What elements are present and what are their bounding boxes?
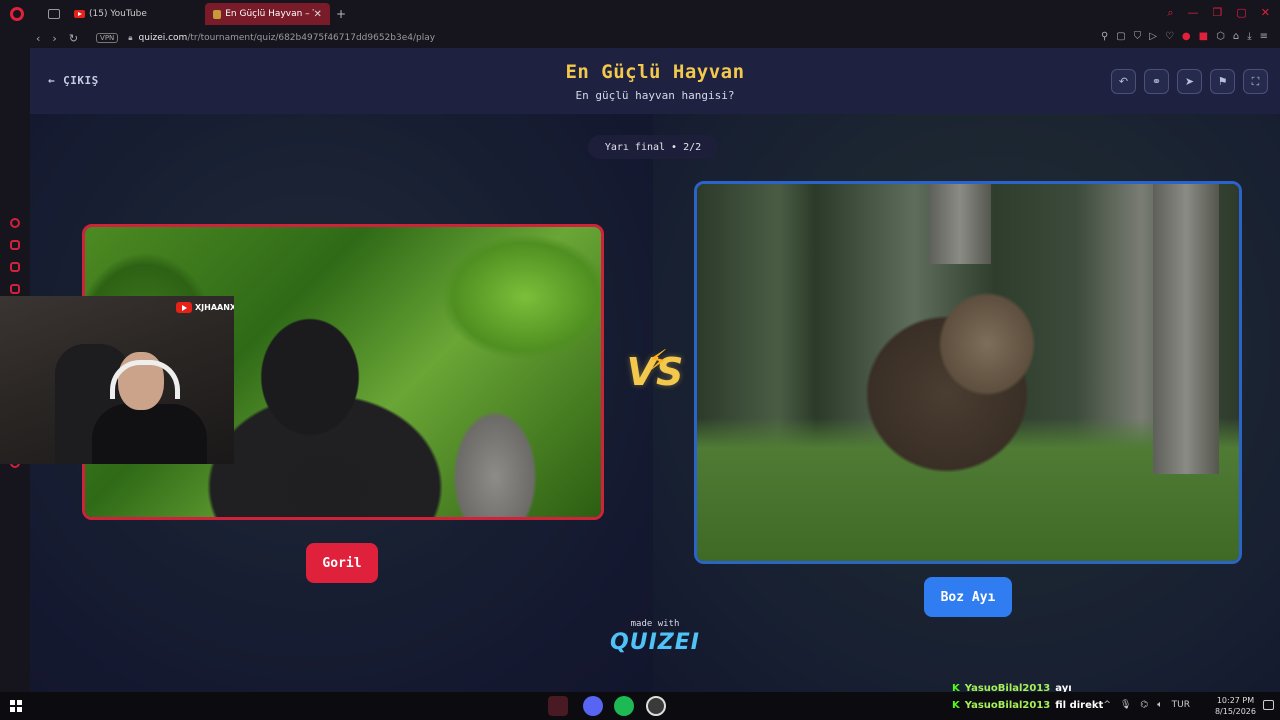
flag-icon: ⚑ [1217, 75, 1228, 88]
download-icon[interactable]: ⤓ [1247, 31, 1251, 42]
sidebar-messenger-icon[interactable] [10, 262, 20, 272]
header-actions: ↶ ⚭ ➤ ⚑ ⛶ [1111, 69, 1268, 94]
windows-start-icon[interactable] [10, 700, 22, 712]
forward-icon[interactable]: › [52, 32, 56, 45]
round-badge: Yarı final • 2/2 [588, 135, 718, 159]
channel-name: XJHAANX [195, 303, 234, 312]
youtube-icon [176, 302, 192, 313]
play-icon[interactable]: ▷ [1149, 31, 1157, 42]
link-icon: ⚭ [1151, 75, 1162, 88]
report-button[interactable]: ⚑ [1210, 69, 1235, 94]
network-icon[interactable]: ⌬ [1140, 700, 1148, 710]
address-bar: ‹ › ↻ VPN 🔒︎ quizei.com/tr/tournament/qu… [0, 28, 1280, 48]
clock-time: 10:27 PM [1216, 696, 1255, 705]
url-path: /tr/tournament/quiz/682b4975f46717dd9652… [187, 33, 436, 43]
page-title: En Güçlü Hayvan [565, 61, 745, 83]
chat-text: fil direkt [1055, 700, 1104, 711]
speaker-icon[interactable]: 🔈︎ [1157, 700, 1162, 710]
reload-icon[interactable]: ↻ [69, 32, 78, 45]
tree-trunk [1153, 184, 1219, 474]
url-field[interactable]: quizei.com/tr/tournament/quiz/682b4975f4… [139, 33, 436, 43]
vpn-badge[interactable]: VPN [96, 33, 119, 43]
lightning-icon: ⚡︎ [647, 344, 669, 379]
sidebar-aria-icon[interactable] [10, 218, 20, 228]
taskbar-obs-icon[interactable] [646, 696, 666, 716]
close-tab-icon[interactable]: ✕ [314, 9, 322, 20]
pin-icon[interactable]: ⚲ [1101, 31, 1108, 42]
choose-brown-bear-button[interactable]: Boz Ayı [924, 577, 1012, 617]
tab-quizei-label: En Güçlü Hayvan – Tier List [225, 9, 313, 19]
chevron-up-icon[interactable]: ^ [1103, 700, 1111, 710]
send-icon: ➤ [1184, 75, 1195, 88]
taskbar-clock[interactable]: 10:27 PM 8/15/2026 [1215, 695, 1256, 717]
page-subtitle: En güçlü hayvan hangisi? [575, 89, 735, 102]
sidebar-instagram-icon[interactable] [10, 284, 20, 294]
undo-button[interactable]: ↶ [1111, 69, 1136, 94]
tab-youtube[interactable]: (15) YouTube [66, 3, 155, 25]
chat-username: YasuoBilal2013 [964, 700, 1051, 711]
snapshot-icon[interactable]: ▢ [1116, 31, 1125, 42]
youtube-icon [74, 10, 85, 18]
browser-tab-bar: (15) YouTube En Güçlü Hayvan – Tier List… [0, 0, 1280, 28]
channel-badge: XJHAANX [176, 302, 234, 313]
tab-overview-icon[interactable] [48, 9, 60, 19]
back-icon[interactable]: ‹ [36, 32, 40, 45]
extension-pink-icon[interactable]: ■ [1199, 31, 1208, 42]
share-icon[interactable]: ⌂ [1233, 31, 1239, 42]
url-host: quizei.com [138, 33, 188, 43]
close-window-icon[interactable]: ✕ [1261, 6, 1270, 20]
tree-trunk [929, 184, 991, 264]
kick-icon: K [952, 700, 960, 711]
streamer-body [92, 404, 207, 464]
quizei-logo[interactable]: QUIZEI [605, 630, 705, 655]
taskbar-discord-icon[interactable] [583, 696, 603, 716]
maximize-icon[interactable]: ▢ [1236, 6, 1246, 20]
new-tab-button[interactable]: + [336, 7, 346, 21]
tray-language[interactable]: TUR [1172, 700, 1190, 710]
extensions-area: ⚲ ▢ ⛉ ▷ ♡ ● ■ ⬡ ⌂ ⤓ ≡ [1101, 31, 1268, 42]
taskbar-spotify-icon[interactable] [614, 696, 634, 716]
extensions-icon[interactable]: ⬡ [1216, 31, 1225, 42]
heart-icon[interactable]: ♡ [1165, 31, 1174, 42]
extension-red-icon[interactable]: ● [1182, 31, 1191, 42]
fullscreen-icon: ⛶ [1251, 74, 1260, 88]
opera-logo-icon[interactable] [10, 7, 24, 21]
taskbar-opera-icon[interactable] [548, 696, 568, 716]
chat-message: K YasuoBilal2013 fil direkt [952, 700, 1103, 711]
tab-youtube-label: (15) YouTube [89, 9, 147, 19]
quizei-favicon-icon [212, 9, 222, 19]
send-button[interactable]: ➤ [1177, 69, 1202, 94]
quiz-header: ← ÇIKIŞ En Güçlü Hayvan En güçlü hayvan … [30, 48, 1280, 114]
streamer-head [110, 352, 180, 410]
search-icon[interactable]: ⌕ [1167, 6, 1173, 20]
clock-date: 8/15/2026 [1214, 707, 1256, 716]
choice-card-brown-bear[interactable] [694, 181, 1242, 564]
notification-icon[interactable] [1263, 700, 1274, 710]
system-tray: ^ 🎙︎ ⌬ 🔈︎ TUR [1103, 700, 1190, 710]
fullscreen-button[interactable]: ⛶ [1243, 69, 1268, 94]
sidebar-bell-icon[interactable] [10, 240, 20, 250]
snap-icon[interactable]: ❐ [1213, 6, 1223, 20]
webcam-overlay: XJHAANX [0, 296, 234, 464]
window-controls: ⌕ — ❐ ▢ ✕ [1167, 6, 1270, 20]
undo-icon: ↶ [1118, 75, 1129, 88]
lock-icon[interactable]: 🔒︎ [128, 33, 132, 43]
shield-icon[interactable]: ⛉ [1134, 31, 1142, 42]
choose-gorilla-button[interactable]: Goril [306, 543, 378, 583]
menu-icon[interactable]: ≡ [1260, 31, 1268, 42]
share-link-button[interactable]: ⚭ [1144, 69, 1169, 94]
minimize-icon[interactable]: — [1188, 6, 1199, 20]
made-with-label: made with [630, 619, 680, 629]
tab-quizei[interactable]: En Güçlü Hayvan – Tier List ✕ [204, 3, 330, 25]
mic-icon[interactable]: 🎙︎ [1120, 700, 1131, 710]
